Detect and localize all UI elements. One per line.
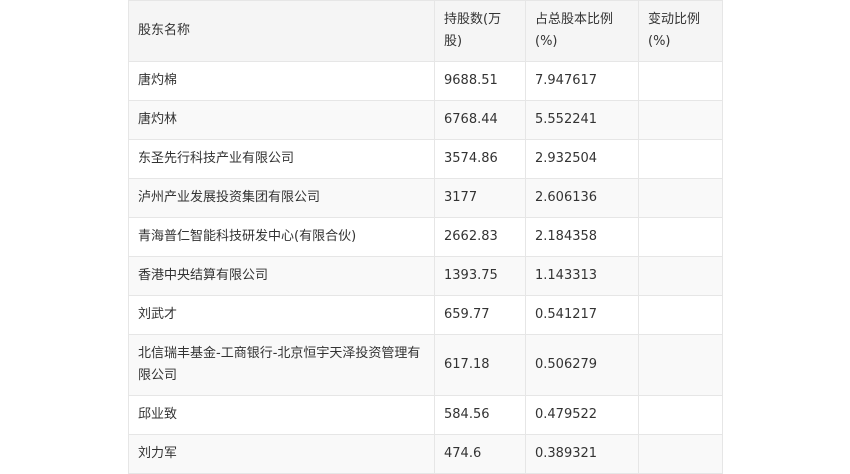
cell-change-ratio (638, 395, 723, 435)
cell-shares-held: 1393.75 (434, 256, 526, 296)
cell-shares-held: 9688.51 (434, 61, 526, 101)
cell-change-ratio (638, 434, 723, 474)
header-shares-held: 持股数(万股) (434, 0, 526, 62)
cell-change-ratio (638, 139, 723, 179)
header-change-ratio: 变动比例(%) (638, 0, 723, 62)
cell-shareholder-name: 刘武才 (128, 295, 435, 335)
cell-shares-held: 3574.86 (434, 139, 526, 179)
table-row: 刘力军 474.6 0.389321 (128, 434, 723, 474)
cell-share-ratio: 0.389321 (525, 434, 639, 474)
table-header-row: 股东名称 持股数(万股) 占总股本比例(%) 变动比例(%) (128, 0, 723, 62)
cell-shares-held: 617.18 (434, 334, 526, 396)
cell-shareholder-name: 北信瑞丰基金-工商银行-北京恒宇天泽投资管理有限公司 (128, 334, 435, 396)
table-row: 唐灼棉 9688.51 7.947617 (128, 61, 723, 101)
table-row: 北信瑞丰基金-工商银行-北京恒宇天泽投资管理有限公司 617.18 0.5062… (128, 334, 723, 396)
cell-shares-held: 474.6 (434, 434, 526, 474)
table-row: 东圣先行科技产业有限公司 3574.86 2.932504 (128, 139, 723, 179)
cell-share-ratio: 0.479522 (525, 395, 639, 435)
cell-share-ratio: 5.552241 (525, 100, 639, 140)
table-row: 泸州产业发展投资集团有限公司 3177 2.606136 (128, 178, 723, 218)
shareholders-table-container: 股东名称 持股数(万股) 占总股本比例(%) 变动比例(%) 唐灼棉 9688.… (128, 0, 723, 474)
cell-shares-held: 584.56 (434, 395, 526, 435)
cell-change-ratio (638, 295, 723, 335)
cell-change-ratio (638, 61, 723, 101)
table-row: 邱业致 584.56 0.479522 (128, 395, 723, 435)
cell-shareholder-name: 刘力军 (128, 434, 435, 474)
header-shareholder-name: 股东名称 (128, 0, 435, 62)
cell-change-ratio (638, 334, 723, 396)
cell-shareholder-name: 泸州产业发展投资集团有限公司 (128, 178, 435, 218)
cell-shares-held: 659.77 (434, 295, 526, 335)
cell-change-ratio (638, 178, 723, 218)
cell-shareholder-name: 唐灼林 (128, 100, 435, 140)
cell-shares-held: 6768.44 (434, 100, 526, 140)
cell-change-ratio (638, 256, 723, 296)
table-row: 香港中央结算有限公司 1393.75 1.143313 (128, 256, 723, 296)
cell-share-ratio: 1.143313 (525, 256, 639, 296)
cell-share-ratio: 2.606136 (525, 178, 639, 218)
header-share-ratio: 占总股本比例(%) (525, 0, 639, 62)
cell-shares-held: 2662.83 (434, 217, 526, 257)
cell-share-ratio: 0.506279 (525, 334, 639, 396)
cell-change-ratio (638, 217, 723, 257)
table-row: 青海普仁智能科技研发中心(有限合伙) 2662.83 2.184358 (128, 217, 723, 257)
cell-shareholder-name: 香港中央结算有限公司 (128, 256, 435, 296)
cell-shareholder-name: 青海普仁智能科技研发中心(有限合伙) (128, 217, 435, 257)
cell-change-ratio (638, 100, 723, 140)
cell-share-ratio: 2.932504 (525, 139, 639, 179)
cell-share-ratio: 2.184358 (525, 217, 639, 257)
cell-share-ratio: 7.947617 (525, 61, 639, 101)
shareholders-table: 股东名称 持股数(万股) 占总股本比例(%) 变动比例(%) 唐灼棉 9688.… (128, 0, 723, 474)
cell-shareholder-name: 唐灼棉 (128, 61, 435, 101)
cell-shareholder-name: 邱业致 (128, 395, 435, 435)
cell-shareholder-name: 东圣先行科技产业有限公司 (128, 139, 435, 179)
cell-share-ratio: 0.541217 (525, 295, 639, 335)
table-row: 刘武才 659.77 0.541217 (128, 295, 723, 335)
table-row: 唐灼林 6768.44 5.552241 (128, 100, 723, 140)
cell-shares-held: 3177 (434, 178, 526, 218)
